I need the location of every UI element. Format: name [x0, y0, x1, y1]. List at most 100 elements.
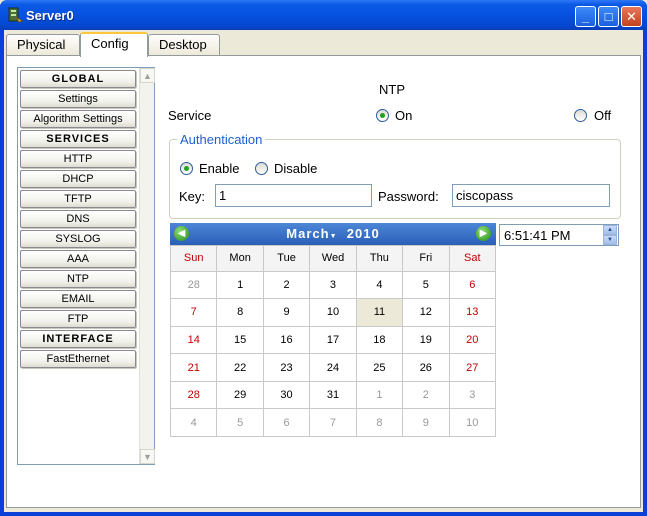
title-bar[interactable]: Server0 _ □ ✕ [0, 0, 647, 30]
calendar-day[interactable]: 22 [216, 353, 264, 382]
calendar-day[interactable]: 23 [262, 353, 311, 382]
tab-desktop[interactable]: Desktop [148, 34, 220, 56]
calendar-day[interactable]: 9 [402, 408, 450, 437]
calendar-day[interactable]: 13 [448, 298, 497, 327]
minimize-icon: _ [581, 9, 590, 24]
calendar-day[interactable]: 2 [262, 270, 311, 300]
calendar-weekday-label: Thu [355, 245, 404, 272]
sidebar-scrollbar[interactable]: ▲ ▼ [139, 68, 155, 464]
calendar-grid: Sun Mon Tue Wed Thu Fri Sat 28 1 2 3 4 5 6 7 8 9 10 11 12 13… [169, 245, 497, 437]
calendar-day[interactable]: 19 [402, 325, 450, 355]
calendar-day[interactable]: 28 [169, 270, 218, 300]
calendar-day[interactable]: 4 [169, 408, 218, 437]
spin-down-icon[interactable]: ▼ [603, 235, 617, 245]
next-month-icon[interactable]: ▶ [476, 226, 491, 241]
calendar-day[interactable]: 8 [355, 408, 404, 437]
calendar-day[interactable]: 1 [355, 380, 404, 410]
calendar-day[interactable]: 31 [309, 380, 357, 410]
config-sidebar: GLOBAL Settings Algorithm Settings SERVI… [17, 67, 155, 465]
time-spinner[interactable]: 6:51:41 PM ▲ ▼ [499, 224, 619, 246]
sidebar-header-interface[interactable]: INTERFACE [20, 330, 136, 348]
calendar-day[interactable]: 20 [448, 325, 497, 355]
calendar-day[interactable]: 27 [448, 353, 497, 382]
key-field[interactable]: 1 [215, 184, 372, 207]
sidebar-item-dhcp[interactable]: DHCP [20, 170, 136, 188]
sidebar-item-tftp[interactable]: TFTP [20, 190, 136, 208]
calendar-day[interactable]: 24 [309, 353, 357, 382]
calendar-day[interactable]: 21 [169, 353, 218, 382]
calendar-day[interactable]: 7 [309, 408, 357, 437]
scroll-down-arrow-icon[interactable]: ▼ [140, 449, 155, 464]
calendar-month-year[interactable]: March▼ 2010 [170, 226, 496, 241]
window-title: Server0 [26, 8, 74, 23]
calendar-day[interactable]: 2 [402, 380, 450, 410]
calendar-day[interactable]: 3 [448, 380, 497, 410]
sidebar-item-dns[interactable]: DNS [20, 210, 136, 228]
calendar-day[interactable]: 12 [402, 298, 450, 327]
calendar-day[interactable]: 30 [262, 380, 311, 410]
calendar-year[interactable]: 2010 [347, 226, 380, 241]
auth-enable-label: Enable [199, 161, 240, 176]
service-off-radio[interactable] [574, 109, 587, 122]
sidebar-item-algorithm-settings[interactable]: Algorithm Settings [20, 110, 136, 128]
close-button[interactable]: ✕ [621, 6, 642, 27]
sidebar-item-email[interactable]: EMAIL [20, 290, 136, 308]
tab-label: Config [91, 36, 129, 51]
sidebar-item-fastethernet[interactable]: FastEthernet [20, 350, 136, 368]
service-on-radio[interactable] [376, 109, 389, 122]
calendar-day[interactable]: 6 [262, 408, 311, 437]
calendar-day[interactable]: 11 [355, 298, 404, 327]
sidebar-item-aaa[interactable]: AAA [20, 250, 136, 268]
sidebar-item-http[interactable]: HTTP [20, 150, 136, 168]
calendar-day[interactable]: 6 [448, 270, 497, 300]
maximize-button[interactable]: □ [598, 6, 619, 27]
calendar-day[interactable]: 28 [169, 380, 218, 410]
scroll-up-arrow-icon[interactable]: ▲ [140, 68, 155, 83]
sidebar-item-settings[interactable]: Settings [20, 90, 136, 108]
sidebar-item-label: SERVICES [46, 133, 110, 145]
tab-physical[interactable]: Physical [6, 34, 80, 56]
calendar-month[interactable]: March [286, 226, 329, 241]
app-window: Server0 _ □ ✕ Physical Config Desktop GL… [0, 0, 647, 516]
calendar-day[interactable]: 9 [262, 298, 311, 327]
window-client: Physical Config Desktop GLOBAL Settings … [4, 30, 643, 512]
sidebar-item-label: AAA [66, 253, 89, 265]
calendar-day[interactable]: 3 [309, 270, 357, 300]
auth-disable-radio[interactable] [255, 162, 268, 175]
password-field[interactable]: ciscopass [452, 184, 610, 207]
tab-config[interactable]: Config [80, 32, 148, 57]
sidebar-item-ftp[interactable]: FTP [20, 310, 136, 328]
sidebar-header-services[interactable]: SERVICES [20, 130, 136, 148]
calendar-day[interactable]: 10 [309, 298, 357, 327]
calendar-week-row: 14 15 16 17 18 19 20 [169, 325, 497, 355]
calendar-day[interactable]: 26 [402, 353, 450, 382]
calendar-day[interactable]: 1 [216, 270, 264, 300]
sidebar-header-global[interactable]: GLOBAL [20, 70, 136, 88]
auth-disable-label: Disable [274, 161, 318, 176]
sidebar-item-ntp[interactable]: NTP [20, 270, 136, 288]
calendar-day[interactable]: 8 [216, 298, 264, 327]
calendar-day[interactable]: 14 [169, 325, 218, 355]
sidebar-item-label: INTERFACE [42, 333, 114, 345]
calendar-day[interactable]: 5 [402, 270, 450, 300]
calendar-day[interactable]: 29 [216, 380, 264, 410]
sidebar-item-syslog[interactable]: SYSLOG [20, 230, 136, 248]
auth-enable-radio[interactable] [180, 162, 193, 175]
calendar-day[interactable]: 25 [355, 353, 404, 382]
calendar-day[interactable]: 18 [355, 325, 404, 355]
authentication-group [169, 139, 621, 219]
calendar-day[interactable]: 16 [262, 325, 311, 355]
minimize-button[interactable]: _ [575, 6, 596, 27]
calendar-weekday-label: Tue [262, 245, 311, 272]
month-dropdown-icon: ▼ [329, 233, 338, 240]
time-value[interactable]: 6:51:41 PM [504, 228, 571, 243]
spin-up-icon[interactable]: ▲ [603, 225, 617, 235]
calendar-day[interactable]: 4 [355, 270, 404, 300]
calendar-day[interactable]: 17 [309, 325, 357, 355]
calendar-day[interactable]: 5 [216, 408, 264, 437]
close-icon: ✕ [626, 9, 637, 24]
calendar-day[interactable]: 7 [169, 298, 218, 327]
calendar-day[interactable]: 10 [448, 408, 497, 437]
calendar-day[interactable]: 15 [216, 325, 264, 355]
calendar-header: ◀ March▼ 2010 ▶ [170, 223, 496, 245]
